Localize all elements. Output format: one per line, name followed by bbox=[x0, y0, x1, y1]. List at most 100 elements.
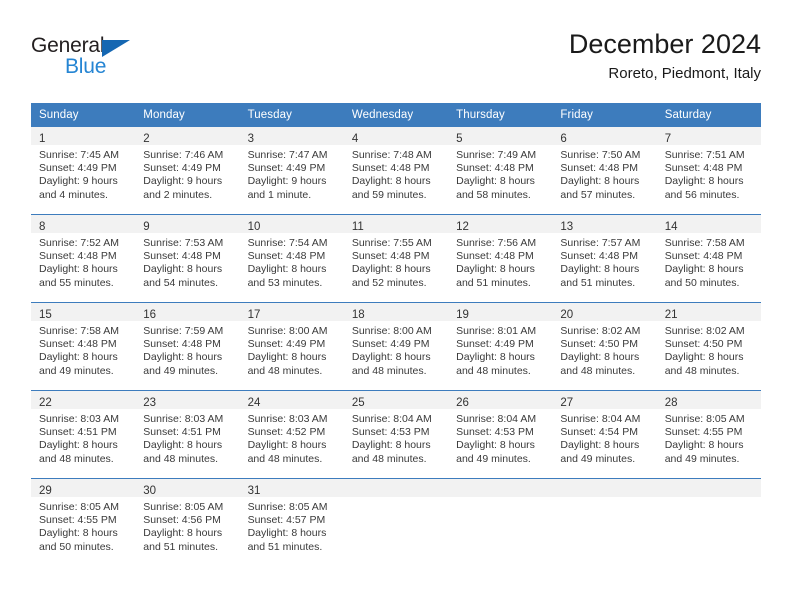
daylight-text-line1: Daylight: 8 hours bbox=[351, 175, 431, 188]
sunset-text: Sunset: 4:48 PM bbox=[351, 250, 430, 263]
day-number: 26 bbox=[456, 397, 469, 409]
sunrise-text: Sunrise: 8:04 AM bbox=[456, 413, 537, 425]
sunrise-text: Sunrise: 7:48 AM bbox=[351, 149, 432, 161]
calendar-day-cell[interactable]: 10 Sunrise: 7:54 AM Sunset: 4:48 PM Dayligh… bbox=[239, 214, 344, 303]
calendar-day-cell[interactable]: 2 Sunrise: 7:46 AM Sunset: 4:49 PM Daylight… bbox=[135, 126, 240, 215]
day-number-band: 5 bbox=[448, 127, 553, 145]
calendar-day-cell[interactable]: 1 Sunrise: 7:45 AM Sunset: 4:49 PM Daylight… bbox=[31, 126, 136, 215]
day-number: 6 bbox=[560, 133, 567, 145]
day-details: Sunrise: 8:03 AM Sunset: 4:51 PM Daylight:… bbox=[135, 409, 239, 466]
calendar-cell-empty bbox=[448, 478, 553, 566]
calendar-day-cell[interactable]: 11 Sunrise: 7:55 AM Sunset: 4:48 PM Dayligh… bbox=[343, 214, 449, 303]
calendar-day-cell[interactable]: 31 Sunrise: 8:05 AM Sunset: 4:57 PM Dayligh… bbox=[239, 478, 344, 566]
daylight-text-line2: and 52 minutes. bbox=[351, 276, 427, 289]
sunset-text: Sunset: 4:51 PM bbox=[39, 426, 117, 439]
calendar-day-cell[interactable]: 14 Sunrise: 7:58 AM Sunset: 4:48 PM Dayligh… bbox=[656, 214, 761, 303]
day-number: 27 bbox=[560, 397, 574, 409]
daylight-text-line1: Daylight: 8 hours bbox=[39, 351, 118, 364]
weekday-header-saturday: Saturday bbox=[656, 103, 761, 127]
daylight-text-line1: Daylight: 8 hours bbox=[39, 263, 118, 276]
daylight-text-line2: and 48 minutes. bbox=[247, 364, 323, 377]
day-number: 3 bbox=[247, 133, 254, 145]
day-details: Sunrise: 8:04 AM Sunset: 4:53 PM Daylight:… bbox=[448, 409, 552, 466]
day-number-band: 24 bbox=[239, 391, 344, 409]
day-details: Sunrise: 8:03 AM Sunset: 4:51 PM Daylight:… bbox=[31, 409, 135, 466]
calendar-day-cell[interactable]: 22 Sunrise: 8:03 AM Sunset: 4:51 PM Dayligh… bbox=[31, 390, 136, 479]
calendar-day-cell[interactable]: 12 Sunrise: 7:56 AM Sunset: 4:48 PM Dayligh… bbox=[448, 214, 553, 303]
calendar-day-cell[interactable]: 16 Sunrise: 7:59 AM Sunset: 4:48 PM Dayligh… bbox=[135, 302, 240, 391]
sunrise-text: Sunrise: 7:47 AM bbox=[247, 149, 328, 161]
sunset-text: Sunset: 4:48 PM bbox=[664, 162, 743, 175]
sunrise-text: Sunrise: 7:45 AM bbox=[39, 149, 119, 161]
day-number: 19 bbox=[456, 309, 469, 321]
calendar-day-cell[interactable]: 30 Sunrise: 8:05 AM Sunset: 4:56 PM Dayligh… bbox=[135, 478, 240, 566]
day-number: 17 bbox=[247, 309, 261, 321]
calendar-day-cell[interactable]: 21 Sunrise: 8:02 AM Sunset: 4:50 PM Dayligh… bbox=[656, 302, 761, 391]
day-number-band: 31 bbox=[239, 479, 344, 497]
calendar-day-cell[interactable]: 23 Sunrise: 8:03 AM Sunset: 4:51 PM Dayligh… bbox=[135, 390, 240, 479]
daylight-text-line1: Daylight: 8 hours bbox=[664, 351, 744, 364]
daylight-text-line2: and 49 minutes. bbox=[664, 452, 740, 465]
sunrise-text: Sunrise: 7:46 AM bbox=[143, 149, 224, 161]
calendar-day-cell[interactable]: 17 Sunrise: 8:00 AM Sunset: 4:49 PM Dayligh… bbox=[239, 302, 344, 391]
day-details: Sunrise: 7:58 AM Sunset: 4:48 PM Daylight:… bbox=[657, 233, 761, 290]
sunset-text: Sunset: 4:48 PM bbox=[351, 162, 430, 175]
calendar-day-cell[interactable]: 18 Sunrise: 8:00 AM Sunset: 4:49 PM Dayligh… bbox=[343, 302, 449, 391]
sunrise-text: Sunrise: 8:00 AM bbox=[247, 325, 328, 337]
calendar-day-cell[interactable]: 19 Sunrise: 8:01 AM Sunset: 4:49 PM Dayligh… bbox=[448, 302, 553, 391]
sunrise-text: Sunrise: 7:58 AM bbox=[664, 237, 745, 249]
day-number: 22 bbox=[39, 397, 52, 409]
calendar-day-cell[interactable]: 25 Sunrise: 8:04 AM Sunset: 4:53 PM Dayligh… bbox=[343, 390, 449, 479]
daylight-text-line2: and 1 minute. bbox=[247, 188, 312, 201]
calendar-day-cell[interactable]: 26 Sunrise: 8:04 AM Sunset: 4:53 PM Dayligh… bbox=[448, 390, 553, 479]
calendar-day-cell[interactable]: 6 Sunrise: 7:50 AM Sunset: 4:48 PM Daylight… bbox=[552, 126, 657, 215]
sunrise-text: Sunrise: 8:02 AM bbox=[560, 325, 641, 337]
calendar-day-cell[interactable]: 13 Sunrise: 7:57 AM Sunset: 4:48 PM Dayligh… bbox=[552, 214, 657, 303]
day-details: Sunrise: 7:47 AM Sunset: 4:49 PM Daylight:… bbox=[240, 145, 344, 202]
day-number-band: 8 bbox=[31, 215, 136, 233]
calendar-day-cell[interactable]: 3 Sunrise: 7:47 AM Sunset: 4:49 PM Daylight… bbox=[239, 126, 344, 215]
calendar-week-row: 1 Sunrise: 7:45 AM Sunset: 4:49 PM Daylight… bbox=[31, 126, 761, 215]
day-details: Sunrise: 8:05 AM Sunset: 4:55 PM Daylight:… bbox=[657, 409, 761, 466]
calendar-cell-empty bbox=[656, 478, 761, 566]
day-details: Sunrise: 7:49 AM Sunset: 4:48 PM Daylight:… bbox=[448, 145, 552, 202]
calendar-day-cell[interactable]: 24 Sunrise: 8:03 AM Sunset: 4:52 PM Dayligh… bbox=[239, 390, 344, 479]
day-details: Sunrise: 7:57 AM Sunset: 4:48 PM Daylight:… bbox=[552, 233, 656, 290]
calendar-day-cell[interactable]: 29 Sunrise: 8:05 AM Sunset: 4:55 PM Dayligh… bbox=[31, 478, 136, 566]
calendar-day-cell[interactable]: 15 Sunrise: 7:58 AM Sunset: 4:48 PM Dayligh… bbox=[31, 302, 136, 391]
calendar-week-row: 8 Sunrise: 7:52 AM Sunset: 4:48 PM Daylight… bbox=[31, 214, 761, 303]
day-number: 13 bbox=[560, 221, 574, 233]
day-number-band: 14 bbox=[656, 215, 761, 233]
calendar-day-cell[interactable]: 9 Sunrise: 7:53 AM Sunset: 4:48 PM Daylight… bbox=[135, 214, 240, 303]
calendar-day-cell[interactable]: 5 Sunrise: 7:49 AM Sunset: 4:48 PM Daylight… bbox=[448, 126, 553, 215]
calendar-day-cell[interactable]: 20 Sunrise: 8:02 AM Sunset: 4:50 PM Dayligh… bbox=[552, 302, 657, 391]
sunrise-text: Sunrise: 7:52 AM bbox=[39, 237, 119, 249]
sunrise-text: Sunrise: 8:05 AM bbox=[247, 501, 328, 513]
day-number: 2 bbox=[143, 133, 150, 145]
day-number-band: 26 bbox=[448, 391, 553, 409]
day-number: 11 bbox=[351, 221, 364, 233]
weekday-header-sunday: Sunday bbox=[31, 103, 136, 127]
day-number: 12 bbox=[456, 221, 469, 233]
day-number: 29 bbox=[39, 485, 52, 497]
day-details: Sunrise: 7:51 AM Sunset: 4:48 PM Daylight:… bbox=[657, 145, 761, 202]
daylight-text-line2: and 58 minutes. bbox=[456, 188, 531, 201]
day-details bbox=[657, 497, 761, 501]
day-details: Sunrise: 7:52 AM Sunset: 4:48 PM Daylight:… bbox=[31, 233, 135, 290]
daylight-text-line2: and 48 minutes. bbox=[560, 364, 636, 377]
calendar-day-cell[interactable]: 7 Sunrise: 7:51 AM Sunset: 4:48 PM Daylight… bbox=[656, 126, 761, 215]
day-details: Sunrise: 8:02 AM Sunset: 4:50 PM Daylight:… bbox=[552, 321, 656, 378]
daylight-text-line2: and 57 minutes. bbox=[560, 188, 636, 201]
calendar-day-cell[interactable]: 8 Sunrise: 7:52 AM Sunset: 4:48 PM Daylight… bbox=[31, 214, 136, 303]
weekday-header-monday: Monday bbox=[135, 103, 240, 127]
daylight-text-line1: Daylight: 8 hours bbox=[456, 263, 535, 276]
calendar-day-cell[interactable]: 27 Sunrise: 8:04 AM Sunset: 4:54 PM Dayligh… bbox=[552, 390, 657, 479]
sunrise-text: Sunrise: 7:55 AM bbox=[351, 237, 432, 249]
calendar-week-row: 22 Sunrise: 8:03 AM Sunset: 4:51 PM Dayligh… bbox=[31, 390, 761, 479]
daylight-text-line2: and 49 minutes. bbox=[560, 452, 636, 465]
weekday-header-tuesday: Tuesday bbox=[239, 103, 344, 127]
general-blue-logo[interactable]: General Blue bbox=[31, 34, 151, 84]
calendar-day-cell[interactable]: 4 Sunrise: 7:48 AM Sunset: 4:48 PM Daylight… bbox=[343, 126, 449, 215]
page-subtitle: Roreto, Piedmont, Italy bbox=[608, 65, 761, 82]
calendar-day-cell[interactable]: 28 Sunrise: 8:05 AM Sunset: 4:55 PM Dayligh… bbox=[656, 390, 761, 479]
